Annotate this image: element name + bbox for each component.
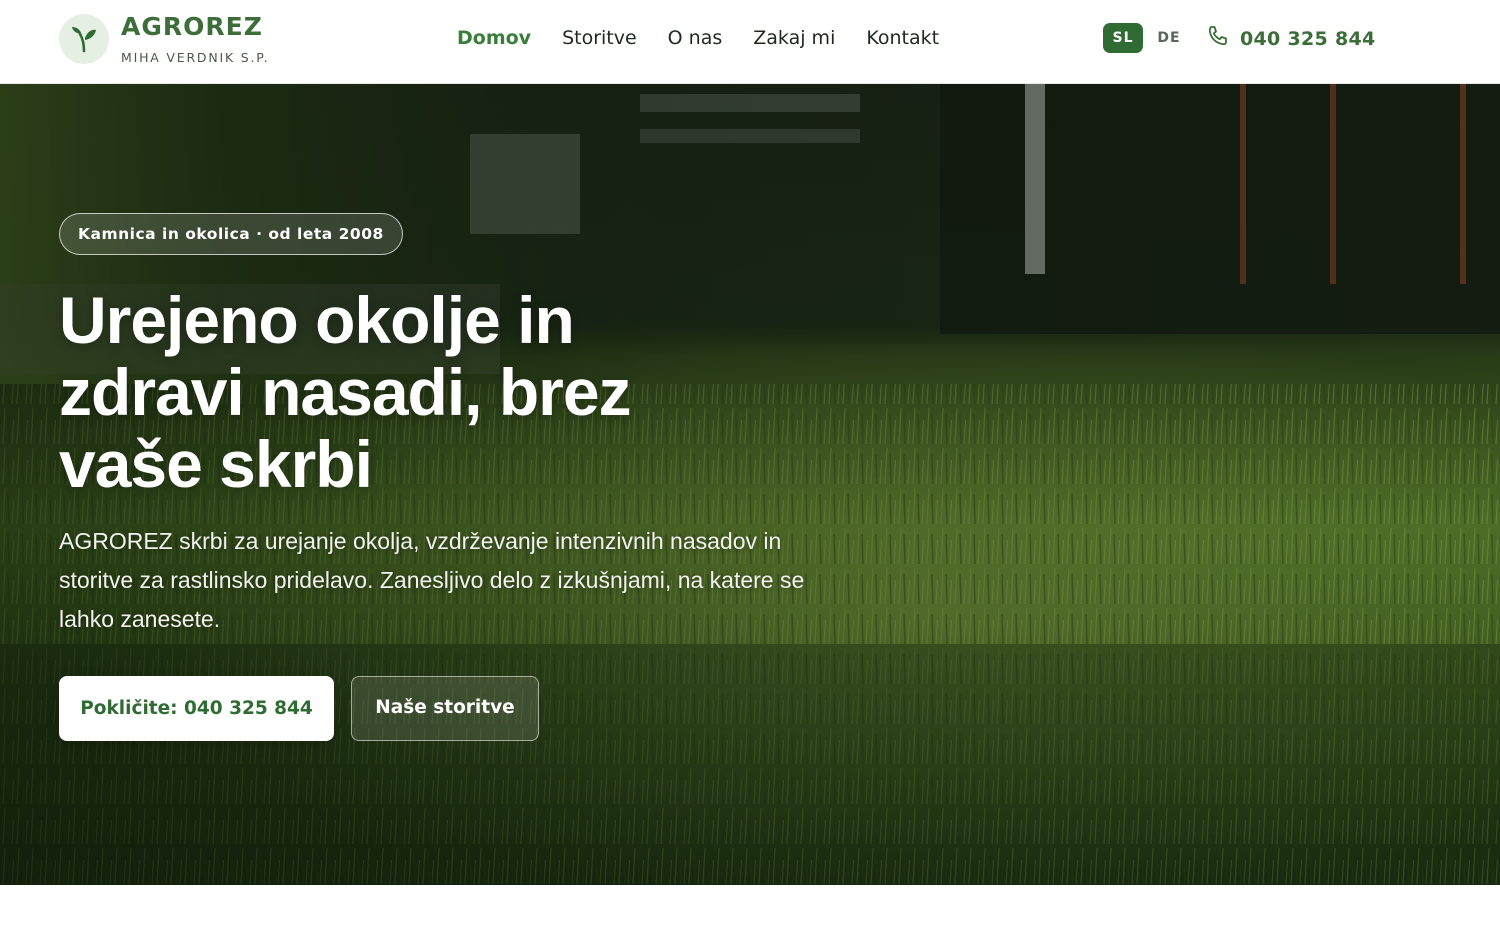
logo-link[interactable]: AGROREZ MIHA VERDNIK S.P. <box>59 13 269 65</box>
nav-item-kontakt[interactable]: Kontakt <box>866 24 939 52</box>
main-nav: Domov Storitve O nas Zakaj mi Kontakt <box>457 24 970 52</box>
leaf-sprout-icon <box>59 14 109 64</box>
brand-name: AGROREZ <box>121 12 263 41</box>
hero-section: Kamnica in okolica · od leta 2008 Urejen… <box>0 84 1500 885</box>
language-switcher: SL DE <box>1103 23 1191 53</box>
brand-tagline: MIHA VERDNIK S.P. <box>121 50 270 65</box>
phone-icon <box>1206 24 1230 53</box>
services-button[interactable]: Naše storitve <box>351 676 539 741</box>
hero-lead-text: AGROREZ skrbi za urejanje okolja, vzdrže… <box>59 528 805 632</box>
call-button[interactable]: Pokličite: 040 325 844 <box>59 676 334 741</box>
nav-item-zakaj-mi[interactable]: Zakaj mi <box>753 24 835 52</box>
header-phone-number: 040 325 844 <box>1240 27 1376 50</box>
hero-headline: Urejeno okolje in zdravi nasadi, brez va… <box>59 283 632 501</box>
site-header: AGROREZ MIHA VERDNIK S.P. Domov Storitve… <box>0 0 1500 84</box>
location-badge: Kamnica in okolica · od leta 2008 <box>59 213 403 255</box>
logo-text: AGROREZ MIHA VERDNIK S.P. <box>121 13 269 65</box>
lang-sl-button[interactable]: SL <box>1103 23 1143 53</box>
nav-item-domov[interactable]: Domov <box>457 24 531 52</box>
nav-item-o-nas[interactable]: O nas <box>668 24 723 52</box>
header-phone-link[interactable]: 040 325 844 <box>1206 24 1376 53</box>
lang-de-button[interactable]: DE <box>1147 23 1191 53</box>
nav-item-storitve[interactable]: Storitve <box>562 24 637 52</box>
